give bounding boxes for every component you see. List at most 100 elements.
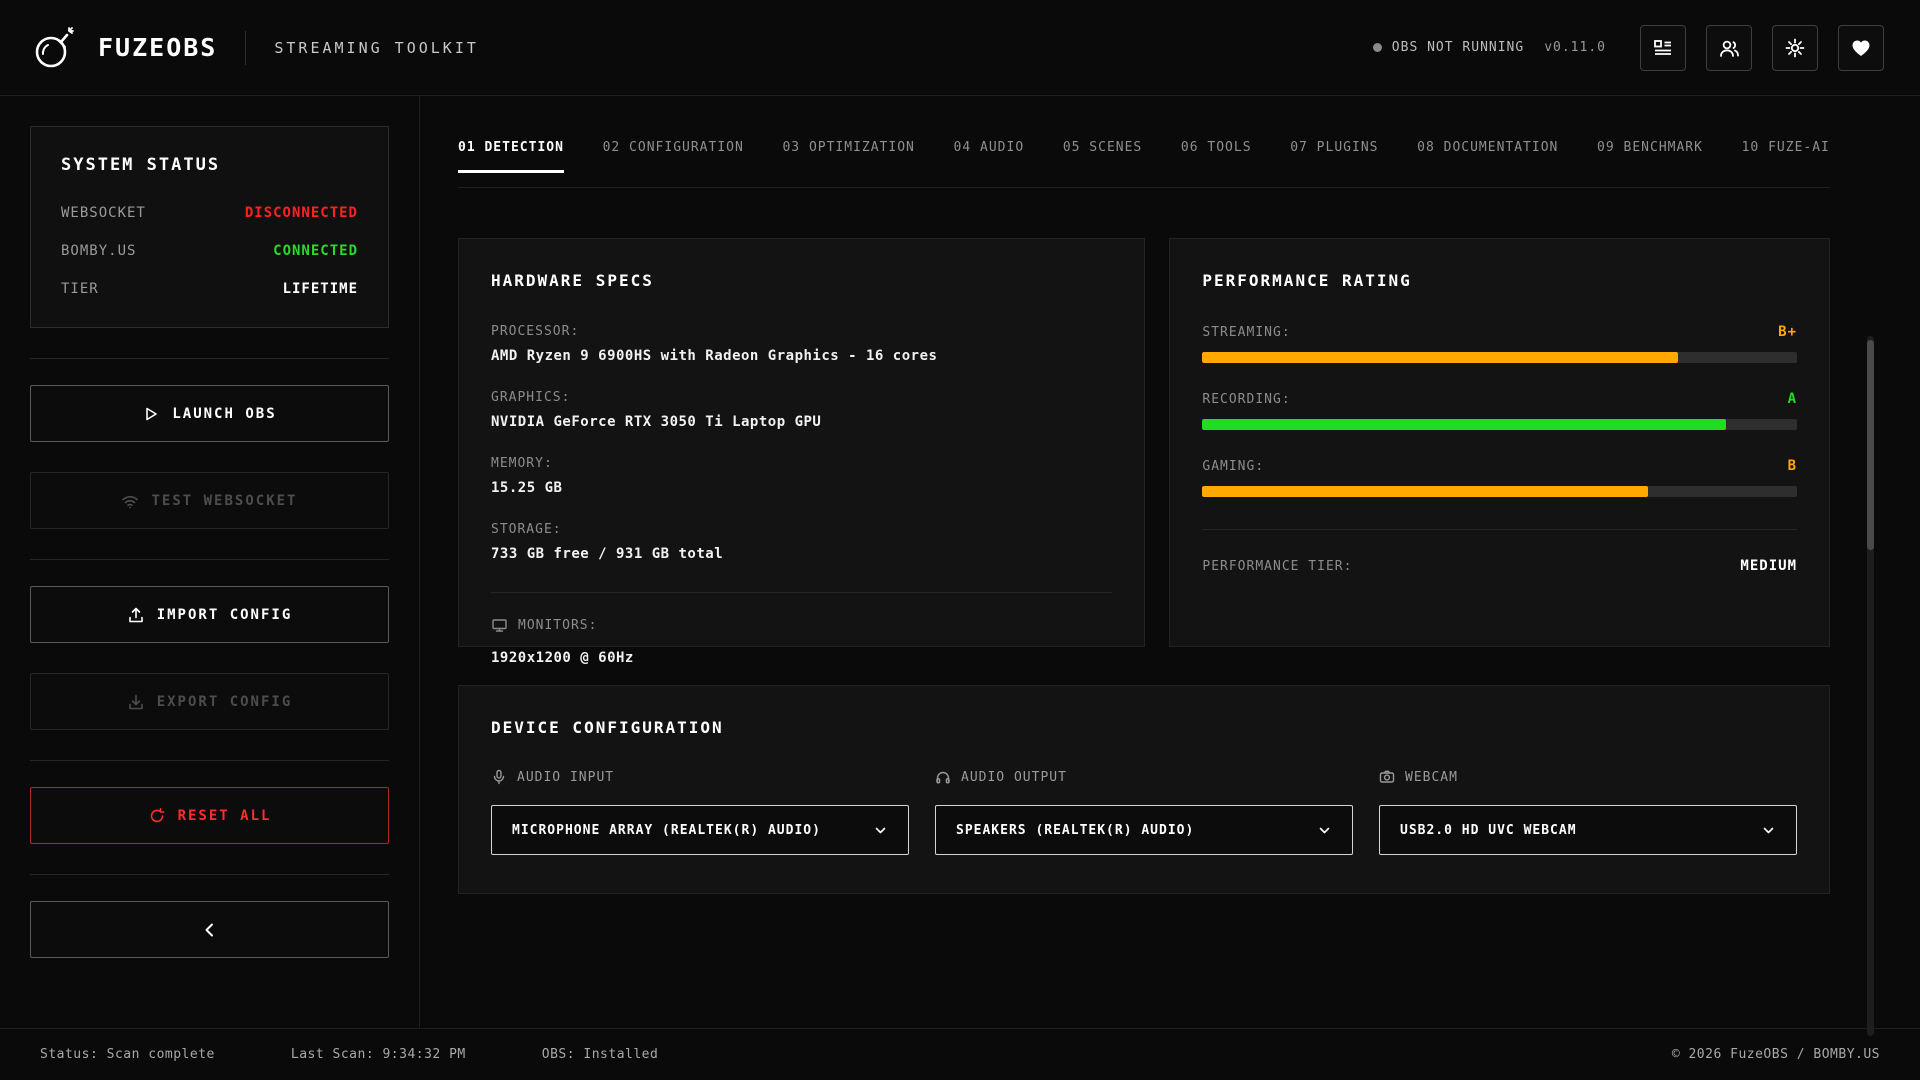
tab-benchmark[interactable]: 09 BENCHMARK [1597, 140, 1703, 157]
status-dot-icon [1373, 43, 1382, 52]
performance-rating-card: PERFORMANCE RATING STREAMING: B+ RECORDI… [1169, 238, 1830, 647]
favorites-button[interactable] [1838, 25, 1884, 71]
spec-label: STORAGE: [491, 522, 1112, 537]
camera-icon [1379, 769, 1395, 785]
rating-bar-fill [1202, 486, 1648, 497]
spec-value: 15.25 GB [491, 480, 1112, 496]
tab-plugins[interactable]: 07 PLUGINS [1290, 140, 1378, 157]
footer-copyright: © 2026 FuzeOBS / BOMBY.US [1672, 1047, 1880, 1062]
rating-label: GAMING: [1202, 459, 1264, 474]
main-content: 01 DETECTION 02 CONFIGURATION 03 OPTIMIZ… [420, 96, 1920, 1028]
status-label: WEBSOCKET [61, 205, 146, 221]
reset-all-button[interactable]: RESET ALL [30, 787, 389, 844]
webcam-select[interactable]: USB2.0 HD UVC WEBCAM [1379, 805, 1797, 855]
status-row-bomby: BOMBY.US CONNECTED [61, 243, 358, 259]
vertical-scrollbar[interactable] [1867, 336, 1874, 1036]
wifi-icon [121, 492, 139, 510]
app-subtitle: STREAMING TOOLKIT [274, 39, 479, 57]
launch-obs-label: LAUNCH OBS [172, 406, 276, 422]
tab-audio[interactable]: 04 AUDIO [954, 140, 1025, 157]
rating-gaming: GAMING: B [1202, 458, 1797, 497]
performance-rating-title: PERFORMANCE RATING [1202, 271, 1797, 290]
layout-button[interactable] [1640, 25, 1686, 71]
export-config-label: EXPORT CONFIG [157, 694, 293, 710]
tab-bar: 01 DETECTION 02 CONFIGURATION 03 OPTIMIZ… [458, 140, 1830, 173]
hardware-specs-card: HARDWARE SPECS PROCESSOR: AMD Ryzen 9 69… [458, 238, 1145, 647]
rating-bar-track [1202, 419, 1797, 430]
tab-configuration[interactable]: 02 CONFIGURATION [603, 140, 744, 157]
rating-recording: RECORDING: A [1202, 391, 1797, 430]
spec-storage: STORAGE: 733 GB free / 931 GB total [491, 522, 1112, 562]
rating-grade: B+ [1778, 324, 1797, 340]
export-config-button[interactable]: EXPORT CONFIG [30, 673, 389, 730]
import-config-button[interactable]: IMPORT CONFIG [30, 586, 389, 643]
chevron-down-icon [1761, 823, 1776, 838]
import-config-label: IMPORT CONFIG [157, 607, 293, 623]
chevron-left-icon [201, 921, 219, 939]
spec-value: 733 GB free / 931 GB total [491, 546, 1112, 562]
rating-bar-fill [1202, 419, 1725, 430]
sidebar-divider [30, 559, 389, 560]
spec-memory: MEMORY: 15.25 GB [491, 456, 1112, 496]
app-header: FUZEOBS STREAMING TOOLKIT OBS NOT RUNNIN… [0, 0, 1920, 96]
status-value: LIFETIME [283, 281, 358, 297]
microphone-icon [491, 769, 507, 785]
header-divider [245, 31, 246, 65]
collapse-sidebar-button[interactable] [30, 901, 389, 958]
system-status-panel: SYSTEM STATUS WEBSOCKET DISCONNECTED BOM… [30, 126, 389, 328]
app-title: FUZEOBS [98, 33, 217, 62]
device-configuration-card: DEVICE CONFIGURATION AUDIO INPUT MICROPH… [458, 685, 1830, 894]
obs-status-text: OBS NOT RUNNING [1392, 40, 1524, 55]
card-divider [491, 592, 1112, 593]
rating-bar-track [1202, 352, 1797, 363]
layout-icon [1652, 37, 1674, 59]
chevron-down-icon [1317, 823, 1332, 838]
spec-processor: PROCESSOR: AMD Ryzen 9 6900HS with Radeo… [491, 324, 1112, 364]
tab-fuze-ai[interactable]: 10 FUZE-AI [1742, 140, 1830, 157]
performance-tier-row: PERFORMANCE TIER: MEDIUM [1202, 529, 1797, 574]
accounts-button[interactable] [1706, 25, 1752, 71]
status-label: TIER [61, 281, 99, 297]
download-icon [127, 693, 145, 711]
audio-input-select[interactable]: MICROPHONE ARRAY (REALTEK(R) AUDIO) [491, 805, 909, 855]
sidebar-divider [30, 358, 389, 359]
footer-last-scan: Last Scan: 9:34:32 PM [291, 1047, 466, 1062]
scrollbar-thumb[interactable] [1867, 340, 1874, 550]
tab-scenes[interactable]: 05 SCENES [1063, 140, 1142, 157]
rating-bar-track [1202, 486, 1797, 497]
spec-label: PROCESSOR: [491, 324, 1112, 339]
monitors-value: 1920x1200 @ 60Hz [491, 650, 1112, 666]
audio-input-value: MICROPHONE ARRAY (REALTEK(R) AUDIO) [512, 823, 821, 838]
audio-output-label: AUDIO OUTPUT [961, 770, 1067, 785]
users-icon [1718, 37, 1740, 59]
launch-obs-button[interactable]: LAUNCH OBS [30, 385, 389, 442]
tab-tools[interactable]: 06 TOOLS [1181, 140, 1252, 157]
status-bar: Status: Scan complete Last Scan: 9:34:32… [0, 1028, 1920, 1080]
tab-detection[interactable]: 01 DETECTION [458, 140, 564, 157]
rating-grade: B [1788, 458, 1797, 474]
settings-button[interactable] [1772, 25, 1818, 71]
audio-output-value: SPEAKERS (REALTEK(R) AUDIO) [956, 823, 1194, 838]
status-label: BOMBY.US [61, 243, 136, 259]
play-icon [142, 405, 160, 423]
test-websocket-button[interactable]: TEST WEBSOCKET [30, 472, 389, 529]
reset-all-label: RESET ALL [178, 808, 272, 824]
audio-output-select[interactable]: SPEAKERS (REALTEK(R) AUDIO) [935, 805, 1353, 855]
chevron-down-icon [873, 823, 888, 838]
gear-icon [1784, 37, 1806, 59]
status-value: DISCONNECTED [245, 205, 358, 221]
status-row-websocket: WEBSOCKET DISCONNECTED [61, 205, 358, 221]
rating-grade: A [1788, 391, 1797, 407]
device-configuration-title: DEVICE CONFIGURATION [491, 718, 1797, 737]
tab-documentation[interactable]: 08 DOCUMENTATION [1417, 140, 1558, 157]
audio-input-field: AUDIO INPUT MICROPHONE ARRAY (REALTEK(R)… [491, 769, 909, 855]
monitors-label: MONITORS: [518, 618, 597, 633]
headphones-icon [935, 769, 951, 785]
monitor-icon [491, 617, 508, 634]
spec-value: AMD Ryzen 9 6900HS with Radeon Graphics … [491, 348, 1112, 364]
tab-optimization[interactable]: 03 OPTIMIZATION [782, 140, 914, 157]
rating-streaming: STREAMING: B+ [1202, 324, 1797, 363]
hardware-specs-title: HARDWARE SPECS [491, 271, 1112, 290]
tab-content-divider [458, 187, 1830, 188]
system-status-title: SYSTEM STATUS [61, 155, 358, 175]
